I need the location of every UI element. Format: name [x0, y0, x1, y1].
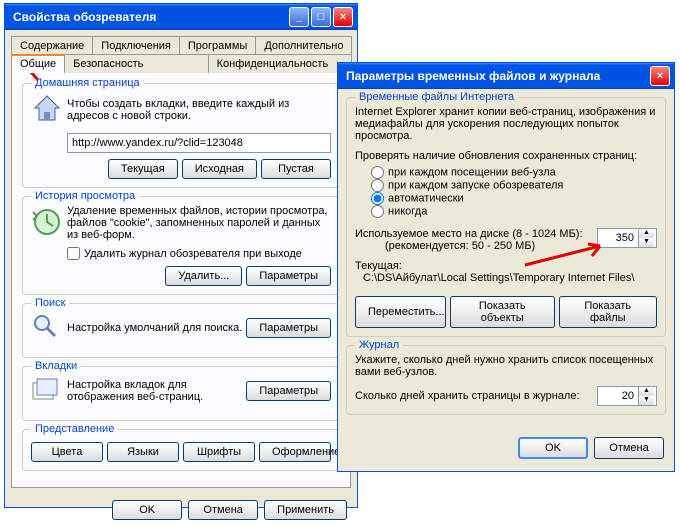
tabs-legend: Вкладки — [31, 360, 81, 372]
temp-files-legend: Временные файлы Интернета — [355, 91, 518, 103]
radio-every-visit-label: при каждом посещении веб-узла — [388, 166, 556, 178]
radio-never[interactable] — [371, 205, 384, 218]
temp-files-desc: Internet Explorer хранит копии веб-стран… — [355, 106, 657, 142]
search-fieldset: Поиск Настройка умолчаний для поиска. Па… — [22, 303, 340, 358]
tab-programs[interactable]: Программы — [179, 36, 256, 55]
apply-button[interactable]: Применить — [264, 500, 347, 520]
search-desc: Настройка умолчаний для поиска. — [67, 322, 246, 334]
internet-options-window: Свойства обозревателя _ □ × Содержание П… — [4, 3, 358, 508]
search-settings-button[interactable]: Параметры — [246, 318, 331, 338]
history-fieldset: История просмотра Удаление временных фай… — [22, 196, 340, 295]
disk-space-input[interactable] — [598, 229, 638, 247]
delete-on-exit-label: Удалить журнал обозревателя при выходе — [84, 248, 302, 260]
tab-connections[interactable]: Подключения — [92, 36, 180, 55]
close-button-2[interactable]: × — [650, 66, 670, 86]
spin-up-icon-2[interactable]: ▲ — [639, 387, 654, 396]
cancel-button[interactable]: Отмена — [188, 500, 258, 520]
journal-days-spinner[interactable]: ▲▼ — [597, 386, 657, 406]
maximize-button[interactable]: □ — [311, 7, 331, 27]
history-icon — [31, 206, 63, 238]
spin-up-icon[interactable]: ▲ — [639, 229, 654, 238]
tab-general[interactable]: Общие — [11, 54, 65, 73]
tabs-fieldset: Вкладки Настройка вкладок для отображени… — [22, 366, 340, 421]
journal-days-input[interactable] — [598, 387, 638, 405]
homepage-legend: Домашняя страница — [31, 77, 144, 89]
journal-legend: Журнал — [355, 339, 403, 351]
languages-button[interactable]: Языки — [107, 442, 179, 462]
home-icon — [31, 92, 63, 124]
homepage-default-button[interactable]: Исходная — [182, 159, 257, 179]
fonts-button[interactable]: Шрифты — [183, 442, 255, 462]
tab-content[interactable]: Содержание — [11, 36, 93, 55]
journal-fieldset: Журнал Укажите, сколько дней нужно храни… — [346, 345, 666, 415]
window-title: Свойства обозревателя — [13, 10, 156, 24]
tab-privacy[interactable]: Конфиденциальность — [208, 54, 352, 73]
temp-files-fieldset: Временные файлы Интернета Internet Explo… — [346, 97, 666, 337]
homepage-desc: Чтобы создать вкладки, введите каждый из… — [67, 98, 331, 122]
colors-button[interactable]: Цвета — [31, 442, 103, 462]
magnifier-icon — [31, 312, 59, 340]
view-files-button[interactable]: Показать файлы — [559, 296, 657, 328]
minimize-button[interactable]: _ — [289, 7, 309, 27]
delete-on-exit-checkbox[interactable] — [67, 247, 80, 260]
appearance-fieldset: Представление Цвета Языки Шрифты Оформле… — [22, 429, 340, 471]
tab-advanced[interactable]: Дополнительно — [255, 36, 352, 55]
cancel-button-2[interactable]: Отмена — [594, 437, 664, 459]
appearance-legend: Представление — [31, 423, 118, 435]
tabs-desc: Настройка вкладок для отображения веб-ст… — [67, 379, 246, 403]
radio-auto[interactable] — [371, 192, 384, 205]
homepage-current-button[interactable]: Текущая — [108, 159, 178, 179]
history-legend: История просмотра — [31, 190, 139, 202]
history-desc: Удаление временных файлов, истории просм… — [67, 205, 331, 241]
search-legend: Поиск — [31, 297, 69, 309]
journal-desc: Укажите, сколько дней нужно хранить спис… — [355, 354, 657, 378]
radio-every-start[interactable] — [371, 179, 384, 192]
homepage-fieldset: Домашняя страница Чтобы создать вкладки,… — [22, 83, 340, 188]
disk-space-spinner[interactable]: ▲▼ — [597, 228, 657, 248]
journal-days-label: Сколько дней хранить страницы в журнале: — [355, 390, 597, 402]
ok-button-2[interactable]: OK — [518, 437, 588, 459]
current-folder-path: C:\DS\Айбулат\Local Settings\Temporary I… — [355, 272, 657, 284]
radio-every-visit[interactable] — [371, 166, 384, 179]
radio-every-start-label: при каждом запуске обозревателя — [388, 179, 563, 191]
tabs-container: Содержание Подключения Программы Дополни… — [11, 36, 351, 73]
accessibility-button[interactable]: Оформление — [259, 442, 331, 462]
temp-files-settings-window: Параметры временных файлов и журнала × В… — [337, 62, 675, 472]
disk-space-label: Используемое место на диске (8 - 1024 МБ… — [355, 228, 597, 240]
check-updates-label: Проверять наличие обновления сохраненных… — [355, 150, 657, 162]
tabs-settings-button[interactable]: Параметры — [246, 381, 331, 401]
titlebar[interactable]: Свойства обозревателя _ □ × — [5, 4, 357, 30]
move-folder-button[interactable]: Переместить... — [355, 296, 446, 328]
delete-history-button[interactable]: Удалить... — [165, 266, 242, 286]
radio-never-label: никогда — [388, 205, 427, 217]
titlebar-2[interactable]: Параметры временных файлов и журнала × — [338, 63, 674, 89]
dialog-buttons: OK Отмена Применить — [5, 494, 357, 530]
view-objects-button[interactable]: Показать объекты — [450, 296, 555, 328]
tabs-icon — [31, 375, 59, 403]
homepage-url-input[interactable] — [67, 133, 331, 153]
spin-down-icon[interactable]: ▼ — [639, 238, 654, 247]
window-title-2: Параметры временных файлов и журнала — [346, 69, 600, 83]
homepage-blank-button[interactable]: Пустая — [261, 159, 331, 179]
settings-content: Временные файлы Интернета Internet Explo… — [338, 89, 674, 431]
general-tab-content: Домашняя страница Чтобы создать вкладки,… — [11, 72, 351, 488]
history-settings-button[interactable]: Параметры — [246, 266, 331, 286]
disk-space-rec: (рекомендуется: 50 - 250 МБ) — [355, 240, 597, 252]
radio-auto-label: автоматически — [388, 192, 464, 204]
ok-button[interactable]: OK — [112, 500, 182, 520]
dialog-buttons-2: OK Отмена — [338, 431, 674, 469]
tab-security[interactable]: Безопасность — [64, 54, 208, 73]
close-button[interactable]: × — [333, 7, 353, 27]
spin-down-icon-2[interactable]: ▼ — [639, 396, 654, 405]
current-folder-label: Текущая: — [355, 260, 657, 272]
